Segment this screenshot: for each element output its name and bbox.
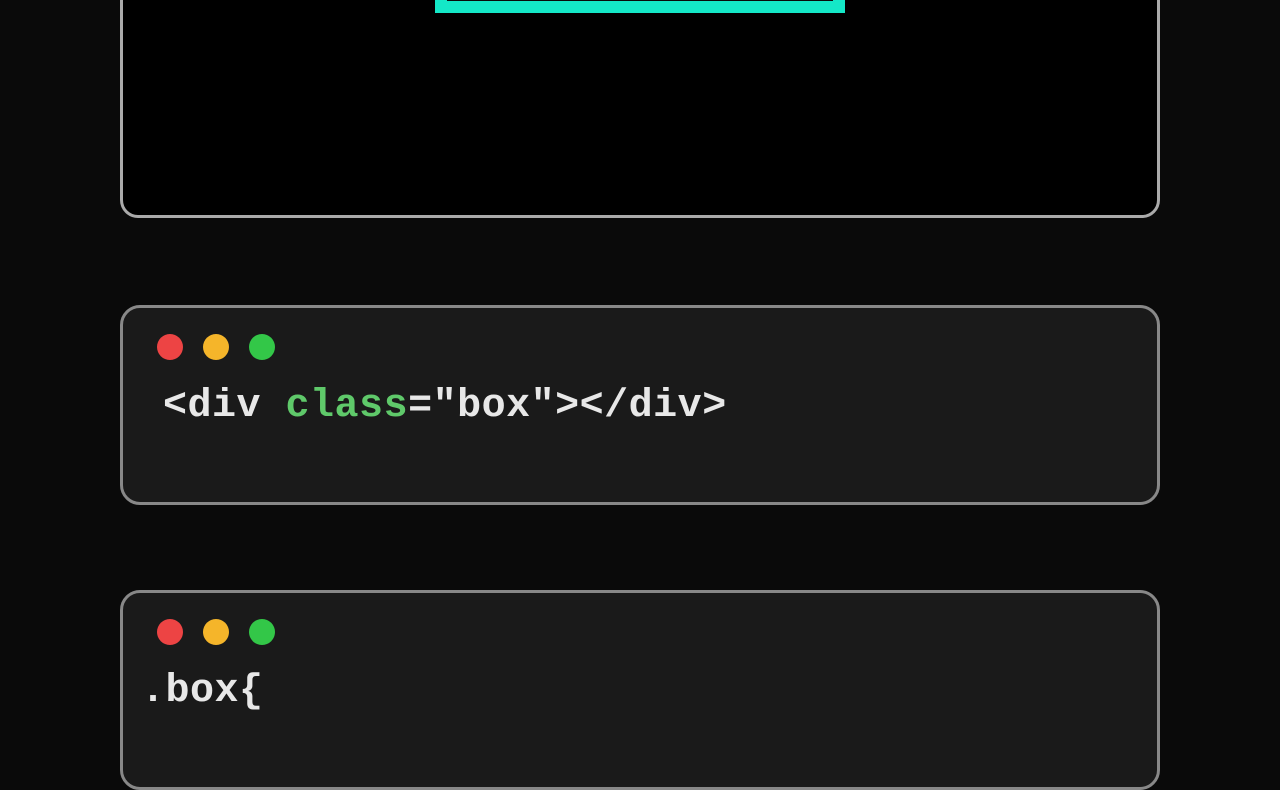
maximize-icon[interactable] — [249, 619, 275, 645]
css-code-line: .box{ — [141, 669, 1127, 714]
code-token: " — [531, 384, 556, 429]
window-controls — [157, 334, 1127, 360]
code-token: { — [239, 669, 264, 714]
demo-box — [435, 0, 845, 13]
minimize-icon[interactable] — [203, 619, 229, 645]
close-icon[interactable] — [157, 619, 183, 645]
css-code-panel: .box{ — [120, 590, 1160, 790]
code-token: .box — [141, 669, 239, 714]
code-token: = — [408, 384, 433, 429]
html-code-panel: <div class="box"></div> — [120, 305, 1160, 505]
code-token: " — [433, 384, 458, 429]
code-token: > — [555, 384, 580, 429]
code-token: div — [188, 384, 262, 429]
close-icon[interactable] — [157, 334, 183, 360]
code-token: > — [702, 384, 727, 429]
minimize-icon[interactable] — [203, 334, 229, 360]
code-token: < — [163, 384, 188, 429]
maximize-icon[interactable] — [249, 334, 275, 360]
code-token: div — [629, 384, 703, 429]
preview-panel — [120, 0, 1160, 218]
code-token — [261, 384, 286, 429]
window-controls — [157, 619, 1127, 645]
code-token: class — [286, 384, 409, 429]
code-token: </ — [580, 384, 629, 429]
html-code-line: <div class="box"></div> — [163, 384, 1127, 429]
code-token: box — [457, 384, 531, 429]
